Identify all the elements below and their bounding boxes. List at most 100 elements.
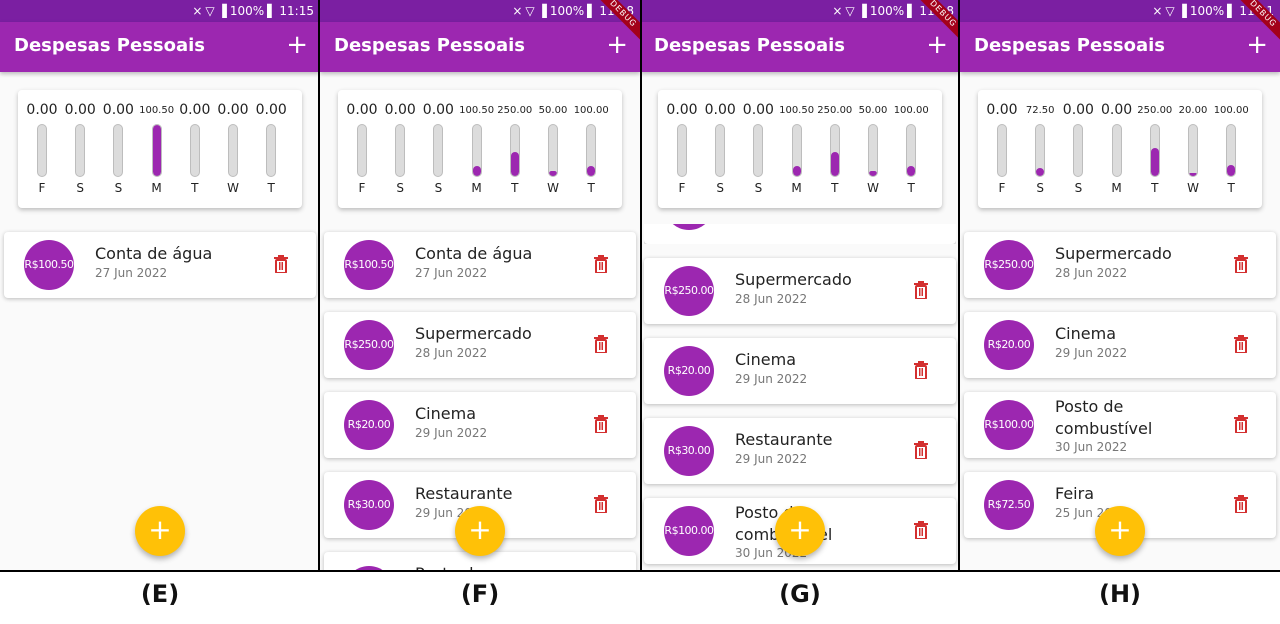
chart-bar-day-label: W: [547, 181, 559, 195]
delete-icon[interactable]: [914, 521, 928, 540]
transaction-date: 27 Jun 2022: [415, 266, 488, 280]
chart-bar-fill: [1036, 168, 1045, 176]
add-transaction-button[interactable]: +: [926, 30, 948, 60]
delete-icon[interactable]: [914, 281, 928, 300]
delete-icon[interactable]: [1234, 255, 1248, 274]
status-bar: ×▽▐100%▌11:18: [640, 0, 960, 22]
chart-bar-track: [357, 124, 367, 177]
transaction-value-avatar: R$250.00: [664, 266, 714, 316]
delete-icon[interactable]: [594, 255, 608, 274]
chart-bar-day-label: T: [191, 181, 199, 195]
chart-bar-day-label: T: [1151, 181, 1159, 195]
panel-label: (E): [140, 580, 180, 608]
chart-bar-day-label: S: [76, 181, 84, 195]
delete-icon[interactable]: [1234, 335, 1248, 354]
panel-label: (G): [779, 580, 821, 608]
chart-bar-day-label: T: [1227, 181, 1235, 195]
delete-icon[interactable]: [1234, 495, 1248, 514]
wifi-icon: ▽: [525, 4, 535, 18]
phone-screen-3: ×▽▐100%▌11:18Despesas Pessoais+DEBUG0.00…: [640, 0, 960, 572]
chart-bar-track: [906, 124, 917, 177]
wifi-icon: ▽: [205, 4, 215, 18]
chart-bar-day-label: F: [38, 181, 46, 195]
chart-bar-track: [715, 124, 726, 177]
chart-bar-day-label: S: [1036, 181, 1044, 195]
delete-icon[interactable]: [594, 415, 608, 434]
add-transaction-fab[interactable]: +: [1095, 506, 1145, 556]
battery-percent: 100%: [549, 4, 585, 18]
chart-bar-day-label: S: [754, 181, 763, 195]
mute-icon: ×: [832, 4, 843, 18]
chart-bar-track: [1149, 124, 1160, 177]
chart-bar-track: [189, 124, 200, 177]
delete-icon[interactable]: [594, 495, 608, 514]
chart-bar-day-label: M: [471, 181, 482, 195]
transaction-title: Supermercado: [415, 324, 532, 343]
transaction-item: R$100.50 Conta de água 27 Jun 2022: [4, 232, 316, 298]
chart-bar-track: [113, 124, 124, 177]
transaction-item: R$20.00 Cinema 29 Jun 2022: [964, 312, 1276, 378]
signal-icon: ▐: [217, 4, 227, 18]
weekly-chart-card: 0.00 F 72.50 S 0.00 S 0.00 M 250.00 T 20.00 W 100.00…: [978, 90, 1262, 208]
app-bar: Despesas Pessoais +: [320, 22, 640, 72]
transaction-value-avatar: R$100.00: [664, 506, 714, 556]
transaction-value-avatar: R$100.50: [344, 240, 394, 290]
signal-icon: ▐: [537, 4, 547, 18]
chart-bar-amount: 100.50: [139, 105, 175, 116]
chart-bar-track: [829, 124, 840, 177]
status-bar: ×▽▐100%▌11:21: [960, 0, 1280, 22]
signal-icon: ▐: [1177, 4, 1187, 18]
chart-bar-amount: 0.00: [217, 102, 249, 118]
delete-icon[interactable]: [914, 361, 928, 380]
add-transaction-fab[interactable]: +: [135, 506, 185, 556]
panel-label: (H): [1098, 580, 1142, 608]
chart-bar-amount: 0.00: [986, 102, 1018, 118]
app-bar: Despesas Pessoais +: [640, 22, 960, 72]
chart-bar-day-label: F: [998, 181, 1006, 195]
transaction-date: 28 Jun 2022: [415, 346, 488, 360]
transaction-title: Cinema: [415, 404, 476, 423]
transaction-item: R$250.00 Supermercado 28 Jun 2022: [964, 232, 1276, 298]
chart-bar-day-label: W: [227, 181, 239, 195]
add-transaction-fab[interactable]: +: [455, 506, 505, 556]
chart-bar-amount: 0.00: [1101, 102, 1133, 118]
transaction-value-avatar: R$30.00: [664, 426, 714, 476]
chart-bar-amount: 100.50: [459, 105, 495, 116]
add-transaction-fab[interactable]: +: [775, 506, 825, 556]
chart-bar-day-label: F: [678, 181, 686, 195]
transaction-date: 29 Jun 2022: [735, 372, 808, 386]
weekly-chart-card: 0.00 F 0.00 S 0.00 S 100.50 M 250.00 T 50.00 W 100.0…: [338, 90, 622, 208]
add-transaction-button[interactable]: +: [606, 30, 628, 60]
transaction-title: Restaurante: [415, 484, 513, 503]
chart-bar-fill: [510, 151, 519, 176]
chart-bar-track: [1035, 124, 1046, 177]
chart-bar-amount: 72.50: [1025, 105, 1055, 116]
transaction-date: 29 Jun 2022: [1055, 346, 1128, 360]
chart-bar-day-label: T: [907, 181, 915, 195]
chart-bar-amount: 50.00: [858, 105, 888, 116]
chart-bar-amount: 0.00: [179, 102, 211, 118]
chart-bar-amount: 0.00: [422, 102, 454, 118]
chart-bar-track: [1188, 124, 1198, 177]
chart-bar-amount: 50.00: [538, 105, 568, 116]
chart-bar-day-label: T: [511, 181, 519, 195]
chart-bar-track: [471, 124, 482, 177]
delete-icon[interactable]: [274, 255, 288, 274]
chart-bar-amount: 0.00: [704, 102, 736, 118]
transaction-title: Conta de água: [415, 244, 533, 263]
transaction-item: R$20.00 Cinema 29 Jun 2022: [324, 392, 636, 458]
app-title: Despesas Pessoais: [14, 35, 206, 56]
chart-bar-track: [1111, 124, 1122, 177]
chart-bar-amount: 0.00: [26, 102, 58, 118]
chart-bar-amount: 0.00: [346, 102, 378, 118]
transaction-date: 27 Jun 2022: [95, 266, 168, 280]
battery-icon: ▌: [267, 4, 277, 18]
delete-icon[interactable]: [1234, 415, 1248, 434]
add-transaction-button[interactable]: +: [286, 30, 308, 60]
chart-bar-amount: 250.00: [817, 105, 853, 116]
signal-icon: ▐: [857, 4, 867, 18]
chart-bar-amount: 100.00: [573, 105, 609, 116]
delete-icon[interactable]: [594, 335, 608, 354]
delete-icon[interactable]: [914, 441, 928, 460]
add-transaction-button[interactable]: +: [1246, 30, 1268, 60]
